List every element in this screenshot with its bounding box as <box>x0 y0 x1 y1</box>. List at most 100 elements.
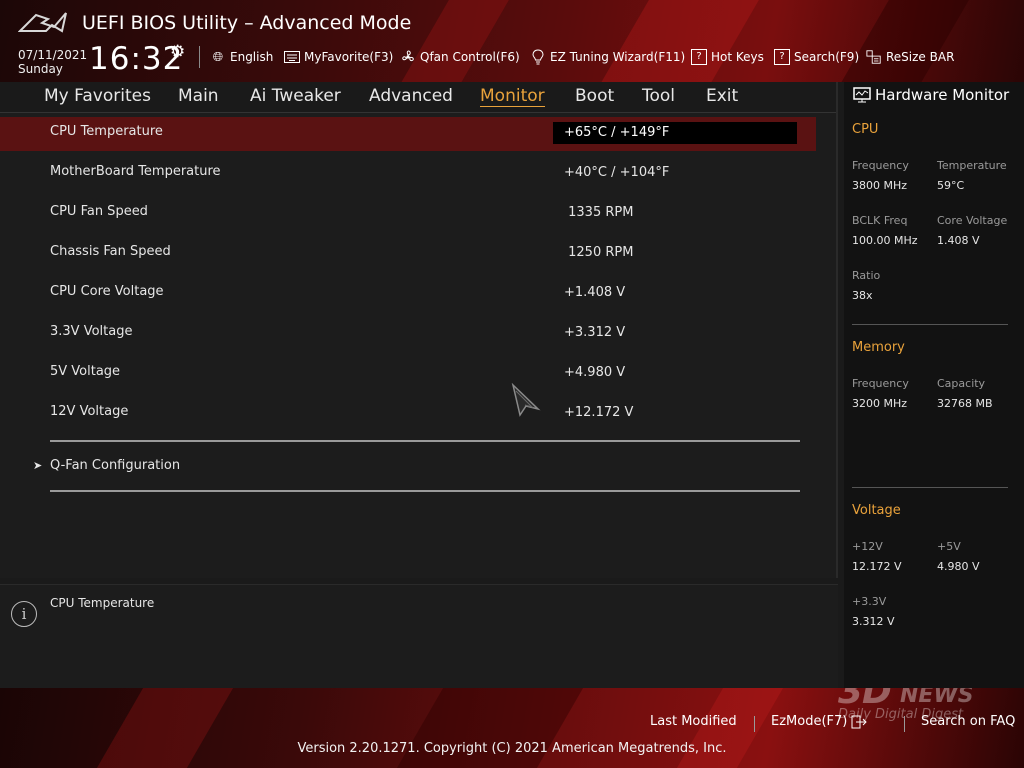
help-panel: i CPU Temperature <box>0 584 838 689</box>
cpu-frequency-value: 3800 MHz <box>852 179 908 192</box>
hardware-monitor-panel: Hardware Monitor CPU Frequency 3800 MHz … <box>844 82 1024 688</box>
rog-logo-icon <box>18 12 67 33</box>
v12-value: 12.172 V <box>852 560 902 573</box>
memory-section-heading: Memory <box>852 340 905 355</box>
memory-capacity-label: Capacity <box>937 377 986 390</box>
ratio-label: Ratio <box>852 269 881 282</box>
monitor-row-cpu-fan-speed[interactable]: CPU Fan Speed 1335 RPM <box>0 197 816 231</box>
footer-decor <box>91 688 239 768</box>
info-icon: i <box>11 601 37 627</box>
row-label: MotherBoard Temperature <box>50 164 221 179</box>
row-label: Chassis Fan Speed <box>50 244 171 259</box>
row-label: CPU Fan Speed <box>50 204 148 219</box>
watermark-news: NEWS <box>900 688 974 708</box>
monitor-row-5v-voltage[interactable]: 5V Voltage +4.980 V <box>0 357 816 391</box>
header-decor <box>819 0 981 82</box>
ratio-value: 38x <box>852 289 873 302</box>
tab-advanced[interactable]: Advanced <box>369 86 453 106</box>
v5-label: +5V <box>937 540 961 553</box>
scrollbar[interactable] <box>836 82 838 578</box>
qfan-configuration-link[interactable]: Q-Fan Configuration <box>50 458 180 473</box>
ezmode-button[interactable]: EzMode(F7) <box>771 714 868 729</box>
monitor-icon <box>853 87 871 103</box>
divider <box>50 490 800 492</box>
search-box-icon: ? <box>774 49 790 65</box>
exit-arrow-icon <box>851 715 868 728</box>
footer-decor <box>391 688 589 768</box>
mouse-pointer-icon <box>511 383 541 417</box>
tab-main[interactable]: Main <box>178 86 219 106</box>
tab-ai-tweaker[interactable]: Ai Tweaker <box>250 86 341 106</box>
date-display: 07/11/2021 <box>18 48 88 62</box>
app-title: UEFI BIOS Utility – Advanced Mode <box>82 12 412 34</box>
row-value: +12.172 V <box>564 405 634 420</box>
footer-bar: 3D NEWS Daily Digital Digest Last Modifi… <box>0 688 1024 768</box>
ez-tuning-wizard-button[interactable]: EZ Tuning Wizard(F11) <box>530 48 685 66</box>
monitor-row-cpu-temperature[interactable]: CPU Temperature +65°C / +149°F <box>0 117 816 151</box>
row-value: 1250 RPM <box>564 245 634 260</box>
cpu-temperature-label: Temperature <box>937 159 1007 172</box>
day-display: Sunday <box>18 62 63 76</box>
bclk-value: 100.00 MHz <box>852 234 918 247</box>
monitor-row-motherboard-temperature[interactable]: MotherBoard Temperature +40°C / +104°F <box>0 157 816 191</box>
divider <box>852 487 1008 488</box>
monitor-row-12v-voltage[interactable]: 12V Voltage +12.172 V <box>0 397 816 431</box>
cpu-frequency-label: Frequency <box>852 159 909 172</box>
divider <box>852 324 1008 325</box>
core-voltage-value: 1.408 V <box>937 234 980 247</box>
resize-bar-icon <box>866 49 882 65</box>
fan-icon <box>400 49 416 65</box>
row-label: 12V Voltage <box>50 404 129 419</box>
gear-icon[interactable]: ⚙ <box>170 42 185 62</box>
row-label: 3.3V Voltage <box>50 324 133 339</box>
row-value: 1335 RPM <box>564 205 634 220</box>
tab-my-favorites[interactable]: My Favorites <box>44 86 151 106</box>
globe-icon: 🌐︎ <box>212 49 224 65</box>
search-label: Search(F9) <box>794 50 860 64</box>
monitor-row-3v3-voltage[interactable]: 3.3V Voltage +3.312 V <box>0 317 816 351</box>
search-button[interactable]: ? Search(F9) <box>774 48 859 66</box>
myfavorite-label: MyFavorite(F3) <box>304 50 394 64</box>
hot-keys-button[interactable]: ? Hot Keys <box>691 48 764 66</box>
tab-exit[interactable]: Exit <box>706 86 738 106</box>
qfan-control-button[interactable]: Qfan Control(F6) <box>400 48 520 66</box>
language-button[interactable]: 🌐︎ English <box>210 48 274 66</box>
divider <box>904 716 905 732</box>
help-text: CPU Temperature <box>50 596 155 610</box>
keyboard-icon <box>284 49 300 65</box>
row-label: 5V Voltage <box>50 364 121 379</box>
row-label: CPU Core Voltage <box>50 284 164 299</box>
cpu-section-heading: CPU <box>852 122 879 137</box>
row-label: CPU Temperature <box>50 124 163 139</box>
memory-frequency-value: 3200 MHz <box>852 397 908 410</box>
divider <box>50 440 800 442</box>
v33-value: 3.312 V <box>852 615 895 628</box>
main-panel: My Favorites Main Ai Tweaker Advanced Mo… <box>0 82 838 578</box>
lightbulb-icon <box>530 49 546 65</box>
cpu-temperature-value: 59°C <box>937 179 965 192</box>
tab-tool[interactable]: Tool <box>642 86 675 106</box>
myfavorite-button[interactable]: MyFavorite(F3) <box>284 48 393 66</box>
row-value: +40°C / +104°F <box>564 165 670 180</box>
header-bar: UEFI BIOS Utility – Advanced Mode 07/11/… <box>0 0 1024 82</box>
chevron-right-icon: ➤ <box>33 459 43 472</box>
main-menu-bar: My Favorites Main Ai Tweaker Advanced Mo… <box>0 82 838 113</box>
memory-frequency-label: Frequency <box>852 377 909 390</box>
monitor-row-chassis-fan-speed[interactable]: Chassis Fan Speed 1250 RPM <box>0 237 816 271</box>
monitor-row-cpu-core-voltage[interactable]: CPU Core Voltage +1.408 V <box>0 277 816 311</box>
tab-monitor[interactable]: Monitor <box>480 86 545 107</box>
language-label: English <box>230 50 274 64</box>
hardware-monitor-title: Hardware Monitor <box>853 86 1009 104</box>
resize-bar-button[interactable]: ReSize BAR <box>866 48 954 66</box>
v12-label: +12V <box>852 540 883 553</box>
tab-boot[interactable]: Boot <box>575 86 614 106</box>
row-value: +1.408 V <box>564 285 626 300</box>
search-on-faq-button[interactable]: Search on FAQ <box>921 714 1015 729</box>
core-voltage-label: Core Voltage <box>937 214 1008 227</box>
v5-value: 4.980 V <box>937 560 980 573</box>
row-value: +4.980 V <box>564 365 626 380</box>
row-value: +65°C / +149°F <box>564 125 670 140</box>
row-value-box: +65°C / +149°F <box>553 122 797 144</box>
last-modified-button[interactable]: Last Modified <box>650 714 737 729</box>
resize-bar-label: ReSize BAR <box>886 50 955 64</box>
